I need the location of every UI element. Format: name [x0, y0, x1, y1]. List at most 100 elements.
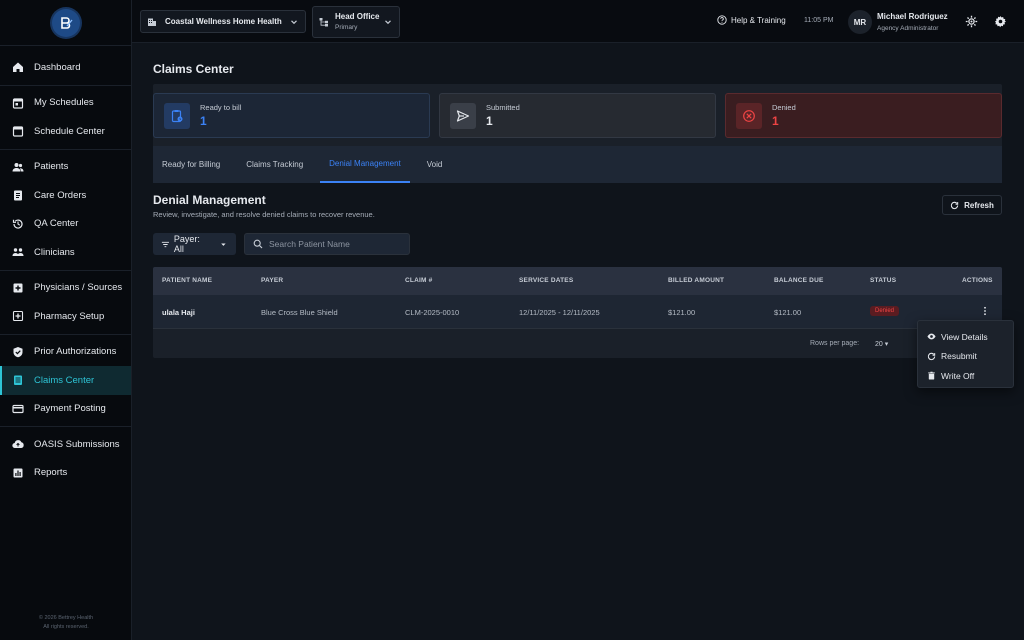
current-time: 11:05 PM — [804, 17, 834, 24]
cell-patient-name[interactable]: ulala Haji — [162, 308, 195, 317]
stat-text: Submitted 1 — [486, 103, 520, 128]
hierarchy-icon — [319, 18, 328, 27]
nav-group-main: Dashboard — [0, 50, 131, 86]
menu-item-resubmit[interactable]: Resubmit — [918, 347, 1013, 367]
office-label: Head Office Primary — [335, 11, 379, 33]
clipboard-icon — [14, 190, 22, 201]
search-input[interactable] — [269, 239, 399, 249]
rows-per-page-label: Rows per page: — [810, 340, 860, 347]
sidebar-item-claims-center[interactable]: Claims Center — [0, 366, 131, 395]
chevron-down-icon — [385, 20, 391, 25]
patient-search-box[interactable] — [244, 233, 410, 255]
organization-select[interactable]: Coastal Wellness Home Health — [140, 10, 306, 33]
sidebar-item-label: My Schedules — [34, 97, 94, 109]
col-payer[interactable]: PAYER — [261, 277, 283, 284]
sidebar-item-prior-authorizations[interactable]: Prior Authorizations — [0, 338, 131, 367]
pharmacy-icon — [12, 311, 24, 322]
nav-group-reports: OASIS Submissions Reports — [0, 427, 131, 490]
sidebar-item-label: Dashboard — [34, 61, 81, 73]
stat-card-denied[interactable]: Denied 1 — [725, 93, 1002, 138]
card-icon — [12, 404, 24, 413]
sidebar-item-label: Reports — [34, 467, 68, 479]
cell-balance-due: $121.00 — [774, 308, 802, 317]
clipboard-icon — [164, 102, 190, 129]
sidebar-item-label: Patients — [34, 161, 69, 173]
sidebar-item-oasis-submissions[interactable]: OASIS Submissions — [0, 430, 131, 459]
avatar[interactable]: MR — [848, 10, 872, 34]
logo-area — [0, 0, 131, 46]
plus-box-icon — [13, 283, 23, 293]
table-row[interactable]: ulala Haji Blue Cross Blue Shield CLM-20… — [153, 295, 1002, 329]
menu-item-write-off[interactable]: Write Off — [918, 366, 1013, 386]
stat-label: Submitted — [486, 103, 520, 112]
sidebar-item-clinicians[interactable]: Clinicians — [0, 238, 131, 267]
sidebar-item-dashboard[interactable]: Dashboard — [0, 53, 131, 82]
bar-chart-icon — [13, 468, 23, 478]
sidebar-item-label: Prior Authorizations — [34, 346, 117, 358]
caret-down-icon — [221, 242, 226, 246]
user-info[interactable]: Michael Rodriguez Agency Administrator — [877, 11, 948, 35]
document-icon — [14, 375, 22, 386]
col-patient-name[interactable]: PATIENT NAME — [162, 277, 212, 284]
shield-check-icon — [13, 346, 23, 358]
cell-claim-number: CLM-2025-0010 — [405, 308, 460, 317]
sidebar-item-label: Payment Posting — [34, 403, 106, 415]
home-icon — [13, 62, 23, 73]
stat-card-ready-to-bill[interactable]: Ready to bill 1 — [153, 93, 430, 138]
cell-payer: Blue Cross Blue Shield — [261, 308, 338, 317]
send-icon — [450, 102, 476, 129]
refresh-label: Refresh — [964, 200, 994, 210]
sidebar-nav: Dashboard My Schedules Schedule Center P… — [0, 46, 131, 490]
payer-filter-button[interactable]: Payer: All — [153, 233, 236, 255]
calendar-check-icon — [12, 98, 24, 109]
refresh-icon — [950, 201, 959, 209]
rights-text: All rights reserved. — [43, 624, 89, 630]
status-badge: Denied — [870, 306, 900, 316]
sidebar-item-reports[interactable]: Reports — [0, 459, 131, 488]
sidebar-item-care-orders[interactable]: Care Orders — [0, 181, 131, 210]
stat-label: Ready to bill — [200, 103, 242, 112]
theme-toggle-icon[interactable] — [965, 15, 978, 28]
brand-logo[interactable] — [51, 8, 80, 37]
more-vertical-icon[interactable] — [979, 305, 991, 317]
calendar-icon — [12, 126, 24, 137]
office-select[interactable]: Head Office Primary — [312, 6, 400, 38]
settings-gear-icon[interactable] — [994, 15, 1007, 28]
cell-service-dates: 12/11/2025 - 12/11/2025 — [519, 308, 600, 317]
rows-per-page-value: 20 — [875, 341, 883, 348]
tab-claims-tracking[interactable]: Claims Tracking — [237, 146, 312, 183]
stat-card-submitted[interactable]: Submitted 1 — [439, 93, 716, 138]
sidebar-item-my-schedules[interactable]: My Schedules — [0, 89, 131, 118]
col-service-dates[interactable]: SERVICE DATES — [519, 277, 573, 284]
sidebar-item-patients[interactable]: Patients — [0, 153, 131, 182]
col-status[interactable]: STATUS — [870, 277, 896, 284]
sidebar-item-label: Care Orders — [34, 189, 87, 201]
eye-icon — [927, 333, 936, 340]
denied-claims-table: PATIENT NAME PAYER CLAIM # SERVICE DATES… — [153, 267, 1002, 358]
sidebar-item-pharmacy-setup[interactable]: Pharmacy Setup — [0, 302, 131, 331]
sidebar-item-label: Clinicians — [34, 246, 75, 258]
sidebar-item-label: OASIS Submissions — [34, 438, 120, 450]
refresh-button[interactable]: Refresh — [942, 195, 1002, 215]
help-label: Help & Training — [731, 15, 786, 25]
tab-denial-management[interactable]: Denial Management — [320, 146, 410, 183]
tab-ready-for-billing[interactable]: Ready for Billing — [153, 146, 229, 183]
table-header: PATIENT NAME PAYER CLAIM # SERVICE DATES… — [153, 267, 1002, 295]
menu-item-view-details[interactable]: View Details — [918, 327, 1013, 347]
col-claim-number[interactable]: CLAIM # — [405, 277, 432, 284]
col-billed-amount[interactable]: BILLED AMOUNT — [668, 277, 724, 284]
tab-void[interactable]: Void — [418, 146, 452, 183]
search-icon — [253, 239, 263, 249]
sidebar-item-schedule-center[interactable]: Schedule Center — [0, 117, 131, 146]
nav-group-schedules: My Schedules Schedule Center — [0, 86, 131, 150]
history-icon — [12, 219, 23, 229]
col-balance-due[interactable]: BALANCE DUE — [774, 277, 824, 284]
claims-tabs: Ready for Billing Claims Tracking Denial… — [153, 146, 1002, 183]
rows-per-page-select[interactable]: 20 ▾ — [875, 340, 888, 348]
sidebar-item-physicians-sources[interactable]: Physicians / Sources — [0, 274, 131, 303]
sidebar-item-payment-posting[interactable]: Payment Posting — [0, 395, 131, 424]
help-training-link[interactable]: Help & Training — [717, 15, 786, 25]
top-bar: Coastal Wellness Home Health Head Office… — [132, 0, 1024, 43]
sidebar-item-qa-center[interactable]: QA Center — [0, 210, 131, 239]
claims-summary-panel: Ready to bill 1 Submitted 1 Denied 1 Rea… — [153, 84, 1002, 183]
